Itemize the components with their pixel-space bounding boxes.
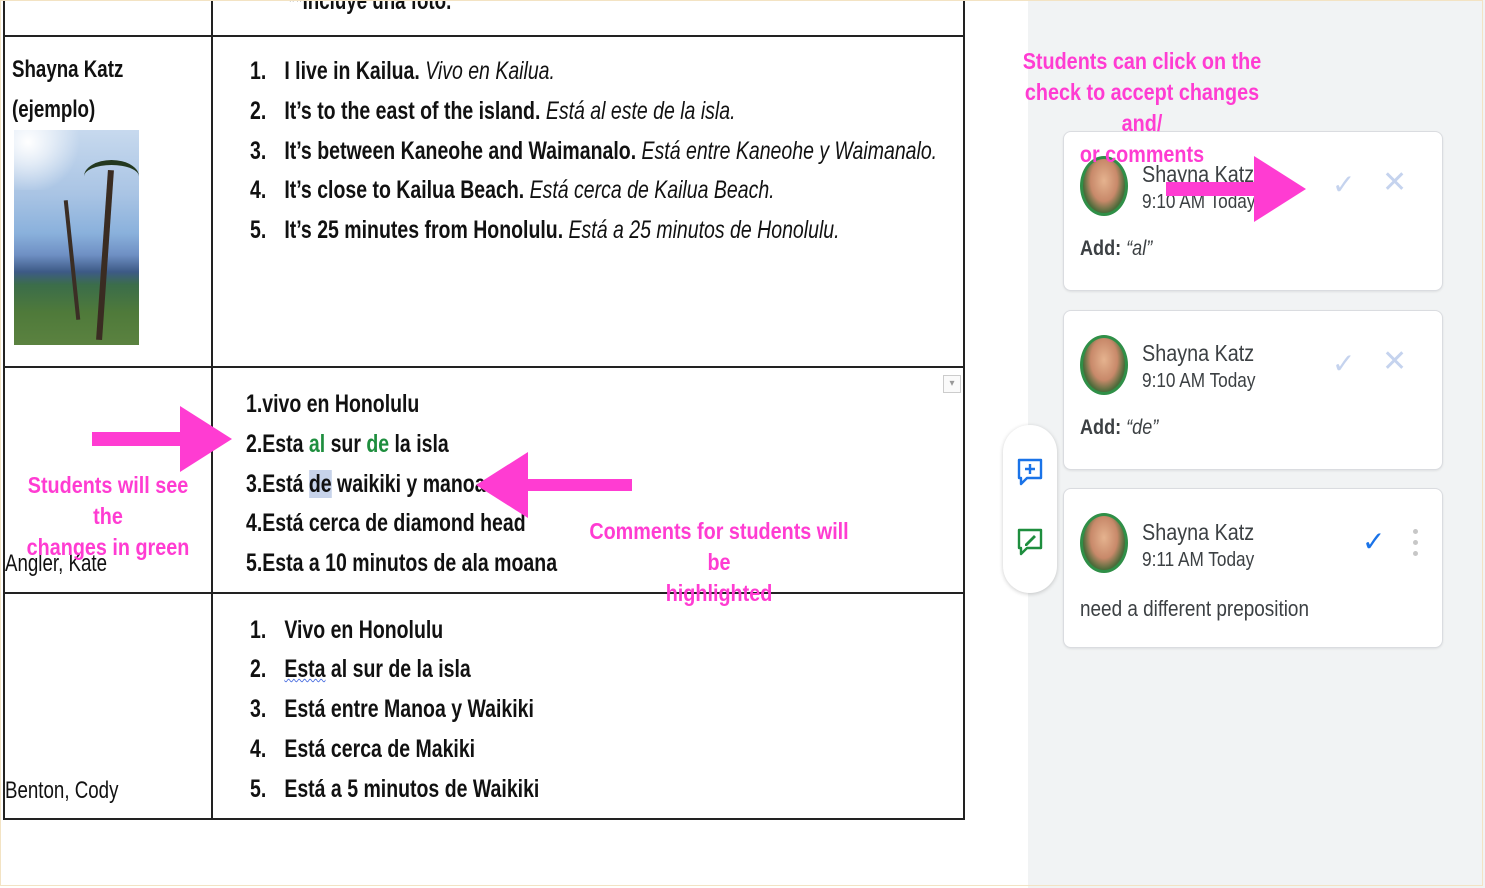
comment-card[interactable]: Shayna Katz 9:10 AM Today ✓ ✕ Add: “de” [1063,310,1443,470]
reject-suggestion-icon[interactable]: ✕ [1382,165,1407,200]
list-item: 4. Está cerca de Makiki [250,735,476,763]
list-item: 2. Esta al sur de la isla [250,655,471,683]
header-fragment: **Incluye una foto. [288,0,452,15]
list-item[interactable]: 1.vivo en Honolulu [246,390,419,419]
comment-timestamp: 9:11 AM Today [1142,549,1255,571]
resolve-comment-icon[interactable]: ✓ [1362,525,1385,558]
more-options-icon[interactable] [1413,529,1419,562]
list-item[interactable]: 5.Esta a 10 minutos de ala moana [246,549,557,578]
list-item: 3. Está entre Manoa y Waikiki [250,695,534,723]
suggested-insertion[interactable]: de [366,430,389,458]
comment-timestamp: 9:10 AM Today [1142,370,1256,392]
row1-name-note: (ejemplo) [12,96,96,123]
list-item: 5. Está a 5 minutos de Waikiki [250,775,540,803]
list-item: 1. I live in Kailua. Vivo en Kailua. [250,57,555,85]
commented-text-highlight[interactable]: de [308,470,332,498]
arrow-right-to-check-icon [1166,156,1306,222]
suggest-edit-icon[interactable] [1015,527,1045,557]
table-border-bottom [3,818,965,820]
cell-menu-dropdown[interactable]: ▾ [943,375,961,393]
comment-author: Shayna Katz [1142,519,1255,545]
row1-name: Shayna Katz [12,56,124,83]
add-comment-icon[interactable] [1015,457,1045,487]
arrow-right-icon [92,406,232,472]
suggested-insertion[interactable]: al [309,430,325,458]
annotation-left: Students will see the changes in green [26,472,190,560]
table-border-right [963,0,965,820]
suggestion-text: Add: “al” [1080,237,1153,260]
comment-body: need a different preposition [1080,596,1309,621]
floating-comment-toolbar [1003,425,1057,593]
arrow-left-icon [476,452,632,518]
list-item[interactable]: 3.Está de waikiki y manoa [246,470,486,499]
comment-card[interactable]: Shayna Katz 9:11 AM Today ✓ need a diffe… [1063,488,1443,648]
accept-suggestion-icon[interactable]: ✓ [1332,168,1355,201]
avatar [1080,335,1128,395]
annotation-middle: Comments for students will be highlighte… [589,518,849,606]
table-row-line-2 [3,366,965,368]
comment-author: Shayna Katz [1142,340,1255,366]
list-item: 5. It’s 25 minutes from Honolulu. Está a … [250,216,840,244]
list-item: 1. Vivo en Honolulu [250,616,444,644]
list-item: 2. It’s to the east of the island. Está a… [250,97,736,125]
list-item: 3. It’s between Kaneohe and Waimanalo. Es… [250,137,938,165]
accept-suggestion-icon[interactable]: ✓ [1332,347,1355,380]
table-border-left [3,0,5,820]
suggestion-text: Add: “de” [1080,416,1159,439]
avatar [1080,513,1128,573]
beach-palm-photo [14,130,139,345]
row3-name: Benton, Cody [5,777,119,804]
annotation-top: Students can click on the check to accep… [1022,48,1262,167]
reject-suggestion-icon[interactable]: ✕ [1382,344,1407,379]
list-item[interactable]: 2.Esta al sur de la isla [246,430,449,459]
table-row-line-1 [3,35,965,37]
list-item: 4. It’s close to Kailua Beach. Está cerca… [250,176,775,204]
